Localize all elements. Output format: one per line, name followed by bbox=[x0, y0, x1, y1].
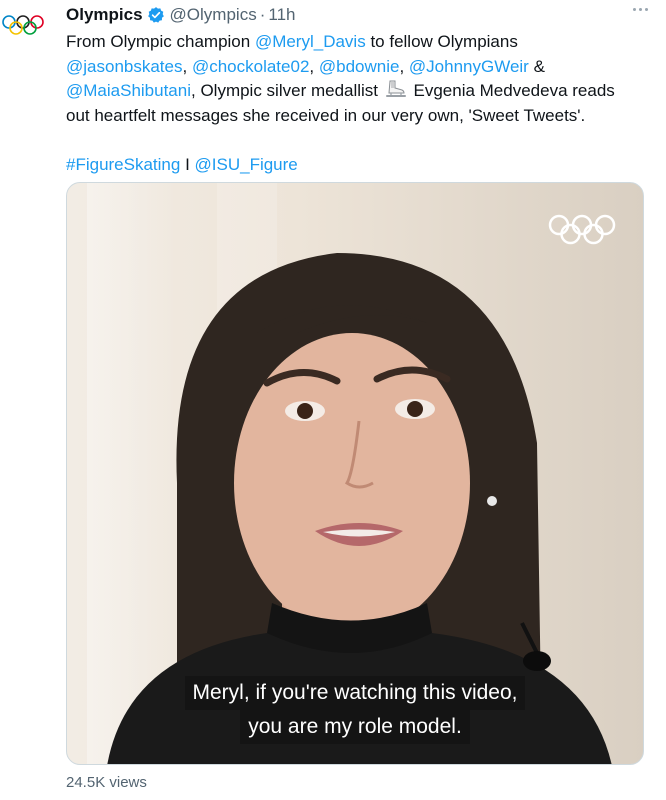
mention-link[interactable]: @Meryl_Davis bbox=[255, 32, 366, 51]
video-player[interactable]: Meryl, if you're watching this video, yo… bbox=[66, 182, 644, 765]
tweet-text-line: From Olympic champion @Meryl_Davis to fe… bbox=[66, 30, 646, 55]
tweet-text-segment: , Olympic silver medallist bbox=[191, 81, 383, 100]
tweet-text-segment: Evgenia Medvedeva reads bbox=[408, 81, 615, 100]
verified-badge-icon bbox=[147, 6, 165, 24]
tweet-header: Olympics @Olympics · 11h bbox=[66, 4, 654, 26]
tweet-text-line bbox=[66, 128, 646, 153]
olympic-rings-icon bbox=[2, 15, 44, 35]
tweet-text-line: @MaiaShibutani, Olympic silver medallist… bbox=[66, 79, 646, 104]
separator-dot: · bbox=[259, 5, 266, 24]
olympic-rings-watermark-icon bbox=[548, 214, 616, 245]
mention-link[interactable]: @JohnnyGWeir bbox=[409, 57, 529, 76]
author-avatar[interactable] bbox=[0, 2, 46, 48]
tweet-text: From Olympic champion @Meryl_Davis to fe… bbox=[66, 30, 646, 177]
caption-line-2: you are my role model. bbox=[240, 710, 470, 744]
caption-line-1: Meryl, if you're watching this video, bbox=[184, 676, 526, 710]
tweet-text-segment: & bbox=[528, 56, 545, 76]
mention-link[interactable]: @bdownie bbox=[319, 57, 400, 76]
tweet-timestamp[interactable]: 11h bbox=[268, 5, 295, 25]
mention-link[interactable]: @ISU_Figure bbox=[195, 155, 298, 174]
author-handle[interactable]: @Olympics bbox=[170, 5, 257, 25]
mention-link[interactable]: @MaiaShibutani bbox=[66, 81, 191, 100]
author-name[interactable]: Olympics bbox=[66, 5, 143, 25]
tweet-text-segment: From Olympic champion bbox=[66, 32, 255, 51]
more-options-icon[interactable] bbox=[633, 8, 648, 11]
mention-link[interactable]: @chockolate02 bbox=[192, 57, 309, 76]
video-caption: Meryl, if you're watching this video, yo… bbox=[67, 676, 643, 744]
tweet-text-line: @jasonbskates, @chockolate02, @bdownie, … bbox=[66, 55, 646, 80]
mention-link[interactable]: @jasonbskates bbox=[66, 57, 183, 76]
tweet-text-segment: I bbox=[180, 154, 195, 174]
view-count: 24.5K views bbox=[66, 774, 147, 791]
tweet-text-line: #FigureSkating I @ISU_Figure bbox=[66, 153, 646, 178]
ice-skate-icon bbox=[385, 80, 406, 97]
tweet-text-segment: to fellow Olympians bbox=[365, 32, 518, 51]
tweet-text-segment: , bbox=[182, 56, 192, 76]
tweet-text-segment: , bbox=[399, 56, 409, 76]
tweet-text-segment: out heartfelt messages she received in o… bbox=[66, 105, 586, 125]
tweet-text-segment: , bbox=[309, 56, 319, 76]
tweet-text-line: out heartfelt messages she received in o… bbox=[66, 104, 646, 129]
hashtag-link[interactable]: #FigureSkating bbox=[66, 155, 180, 174]
